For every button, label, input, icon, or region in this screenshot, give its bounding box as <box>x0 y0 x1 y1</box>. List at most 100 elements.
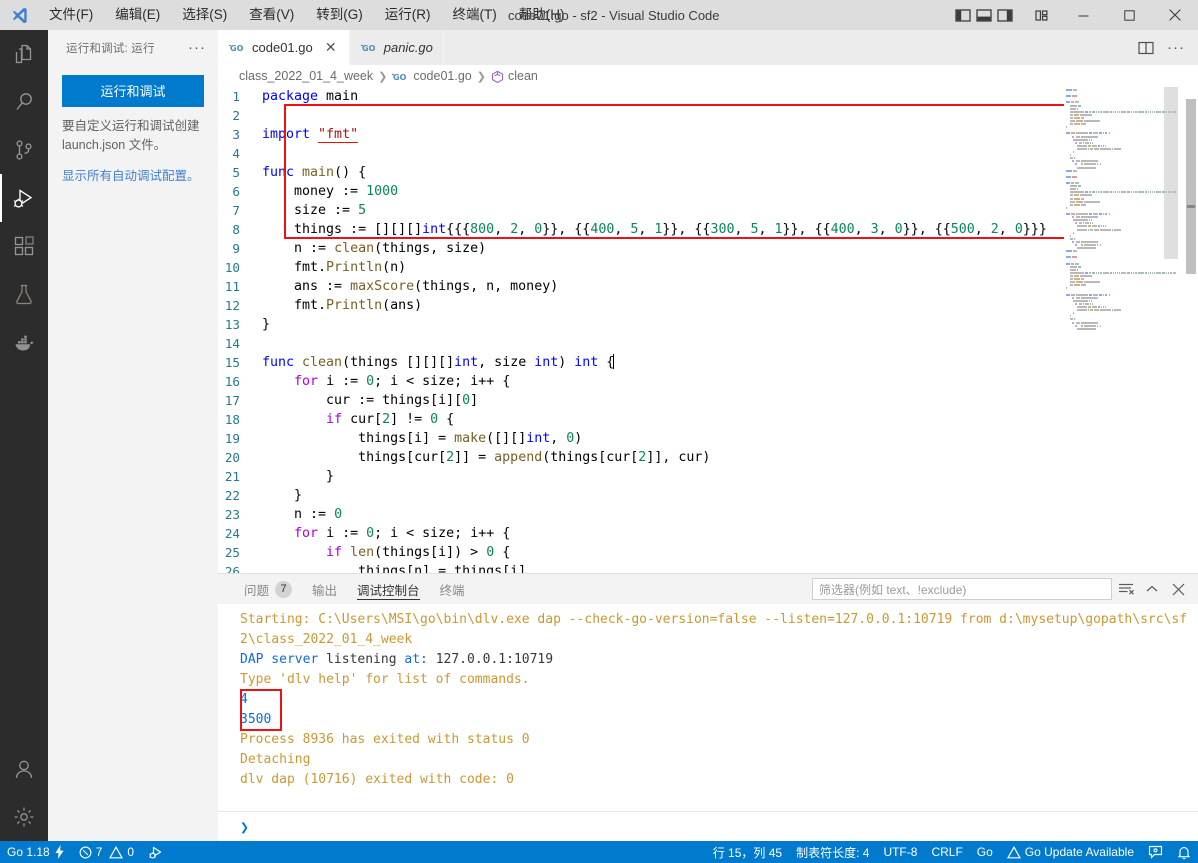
minimap[interactable] <box>1064 87 1184 573</box>
minimap-line <box>1066 256 1072 259</box>
minimize-button[interactable] <box>1060 0 1106 30</box>
code-line[interactable]: 19 things[i] = make([][]int, 0) <box>218 429 1064 448</box>
toggle-panel-icon[interactable] <box>976 8 992 23</box>
code-line[interactable]: 16 for i := 0; i < size; i++ { <box>218 372 1064 391</box>
code-line[interactable]: 17 cur := things[i][0] <box>218 391 1064 410</box>
menu-file[interactable]: 文件(F) <box>38 0 104 30</box>
minimap-line <box>1089 299 1091 302</box>
code-line[interactable]: 7 size := 5 <box>218 201 1064 220</box>
tab-debug-console[interactable]: 调试控制台 <box>347 574 430 604</box>
code-line[interactable]: 22 } <box>218 486 1064 505</box>
scrollbar-thumb[interactable] <box>1186 99 1196 274</box>
activity-extensions[interactable] <box>0 222 48 270</box>
activity-explorer[interactable] <box>0 30 48 78</box>
tab-code01-go[interactable]: GO code01.go ✕ <box>218 30 350 65</box>
code-line[interactable]: 1 package main <box>218 87 1064 106</box>
activity-accounts[interactable] <box>0 745 48 793</box>
breadcrumb-symbol[interactable]: clean <box>491 69 538 83</box>
line-number: 16 <box>224 374 240 389</box>
code-line[interactable]: 9 n := clean(things, size) <box>218 239 1064 258</box>
code-line[interactable]: 2 <box>218 106 1064 125</box>
tab-close-icon[interactable]: ✕ <box>323 39 339 56</box>
code-line[interactable]: 15 func clean(things [][][]int, size int)… <box>218 353 1064 372</box>
code-line[interactable]: 18 if cur[2] != 0 { <box>218 410 1064 429</box>
breadcrumb-folder[interactable]: class_2022_01_4_week <box>239 69 373 83</box>
status-go-debug[interactable] <box>141 841 171 863</box>
status-go-update[interactable]: Go Update Available <box>1000 841 1141 863</box>
minimap-line <box>1134 271 1136 274</box>
menu-view[interactable]: 查看(V) <box>238 0 305 30</box>
code-scroll-region[interactable]: 1 package main 2 3 import "fmt" 4 5 func main()… <box>218 87 1064 573</box>
line-number: 22 <box>224 488 240 503</box>
activity-source-control[interactable] <box>0 126 48 174</box>
code-line[interactable]: 13} <box>218 315 1064 334</box>
status-encoding[interactable]: UTF-8 <box>876 841 924 863</box>
code-line[interactable]: 21 } <box>218 467 1064 486</box>
status-go-version[interactable]: Go 1.18 <box>0 841 72 863</box>
run-and-debug-button[interactable]: 运行和调试 <box>62 75 204 107</box>
show-all-automatic-debug-configs-link[interactable]: 显示所有自动调试配置。 <box>62 167 204 186</box>
maximize-button[interactable] <box>1106 0 1152 30</box>
menu-help[interactable]: 帮助(H) <box>508 0 576 30</box>
code-line[interactable]: 4 <box>218 144 1064 163</box>
code-line[interactable]: 5 func main() { <box>218 163 1064 182</box>
code-line[interactable]: 20 things[cur[2]] = append(things[cur[2]… <box>218 448 1064 467</box>
maximize-panel-icon[interactable] <box>1140 577 1164 601</box>
menu-selection[interactable]: 选择(S) <box>171 0 238 30</box>
code-content[interactable]: 1 package main 2 3 import "fmt" 4 5 func main()… <box>218 87 1064 573</box>
code-line[interactable]: 8 things := [][][]int{{{800, 2, 0}}, {{4… <box>218 220 1064 239</box>
code-editor[interactable]: 1 package main 2 3 import "fmt" 4 5 func main()… <box>218 87 1198 573</box>
more-actions-icon[interactable]: ··· <box>1162 34 1190 62</box>
activity-settings[interactable] <box>0 793 48 841</box>
code-line[interactable]: 26 things[n] = things[i] <box>218 562 1064 573</box>
minimap-line <box>1118 191 1120 194</box>
activity-run-debug[interactable] <box>0 174 48 222</box>
code-line[interactable]: 11 ans := maxScore(things, n, money) <box>218 277 1064 296</box>
tab-output[interactable]: 输出 <box>302 574 347 604</box>
tab-problems[interactable]: 问题 7 <box>234 574 302 604</box>
menu-run[interactable]: 运行(R) <box>374 0 442 30</box>
tab-terminal[interactable]: 终端 <box>430 574 475 604</box>
menu-edit[interactable]: 编辑(E) <box>104 0 171 30</box>
toggle-primary-sidebar-icon[interactable] <box>955 8 971 23</box>
minimap-line <box>1138 191 1144 194</box>
status-problems[interactable]: 7 0 <box>72 841 141 863</box>
code-line[interactable]: 10 fmt.Println(n) <box>218 258 1064 277</box>
menu-bar[interactable]: 文件(F) 编辑(E) 选择(S) 查看(V) 转到(G) 运行(R) 终端(T… <box>38 0 576 30</box>
sidebar-more-actions-icon[interactable]: ··· <box>180 39 214 56</box>
close-button[interactable] <box>1152 0 1198 30</box>
minimap-slider[interactable] <box>1164 87 1178 259</box>
status-language-mode[interactable]: Go <box>970 841 1000 863</box>
customize-layout-icon[interactable] <box>1035 8 1052 23</box>
editor-vertical-scrollbar[interactable] <box>1184 87 1198 573</box>
debug-console-input-row[interactable]: ❯ <box>218 811 1198 841</box>
close-panel-icon[interactable] <box>1166 577 1190 601</box>
menu-goto[interactable]: 转到(G) <box>305 0 374 30</box>
status-feedback[interactable] <box>1141 841 1170 863</box>
activity-docker[interactable] <box>0 318 48 366</box>
status-eol[interactable]: CRLF <box>924 841 969 863</box>
status-notifications[interactable] <box>1170 841 1198 863</box>
activity-testing[interactable] <box>0 270 48 318</box>
menu-terminal[interactable]: 终端(T) <box>442 0 508 30</box>
code-line[interactable]: 6 money := 1000 <box>218 182 1064 201</box>
split-editor-icon[interactable] <box>1132 34 1160 62</box>
console-filter-input[interactable]: 筛选器(例如 text、!exclude) <box>812 578 1112 600</box>
code-line[interactable]: 14 <box>218 334 1064 353</box>
code-line[interactable]: 3 import "fmt" <box>218 125 1064 144</box>
debug-console-output[interactable]: Starting: C:\Users\MSI\go\bin\dlv.exe da… <box>218 604 1198 811</box>
code-line[interactable]: 25 if len(things[i]) > 0 { <box>218 543 1064 562</box>
status-cursor-position[interactable]: 行 15，列 45 <box>706 841 789 863</box>
activity-search[interactable] <box>0 78 48 126</box>
code-line[interactable]: 23 n := 0 <box>218 505 1064 524</box>
minimap-line <box>1117 191 1118 194</box>
minimap-line <box>1074 197 1081 200</box>
tab-panic-go[interactable]: GO panic.go <box>349 30 444 65</box>
breadcrumb-file[interactable]: GO code01.go <box>392 69 472 83</box>
clear-console-icon[interactable] <box>1114 577 1138 601</box>
code-line[interactable]: 12 fmt.Println(ans) <box>218 296 1064 315</box>
toggle-secondary-sidebar-icon[interactable] <box>997 8 1013 23</box>
status-tab-size[interactable]: 制表符长度: 4 <box>789 841 876 863</box>
code-line[interactable]: 24 for i := 0; i < size; i++ { <box>218 524 1064 543</box>
minimap-line <box>1120 110 1127 113</box>
